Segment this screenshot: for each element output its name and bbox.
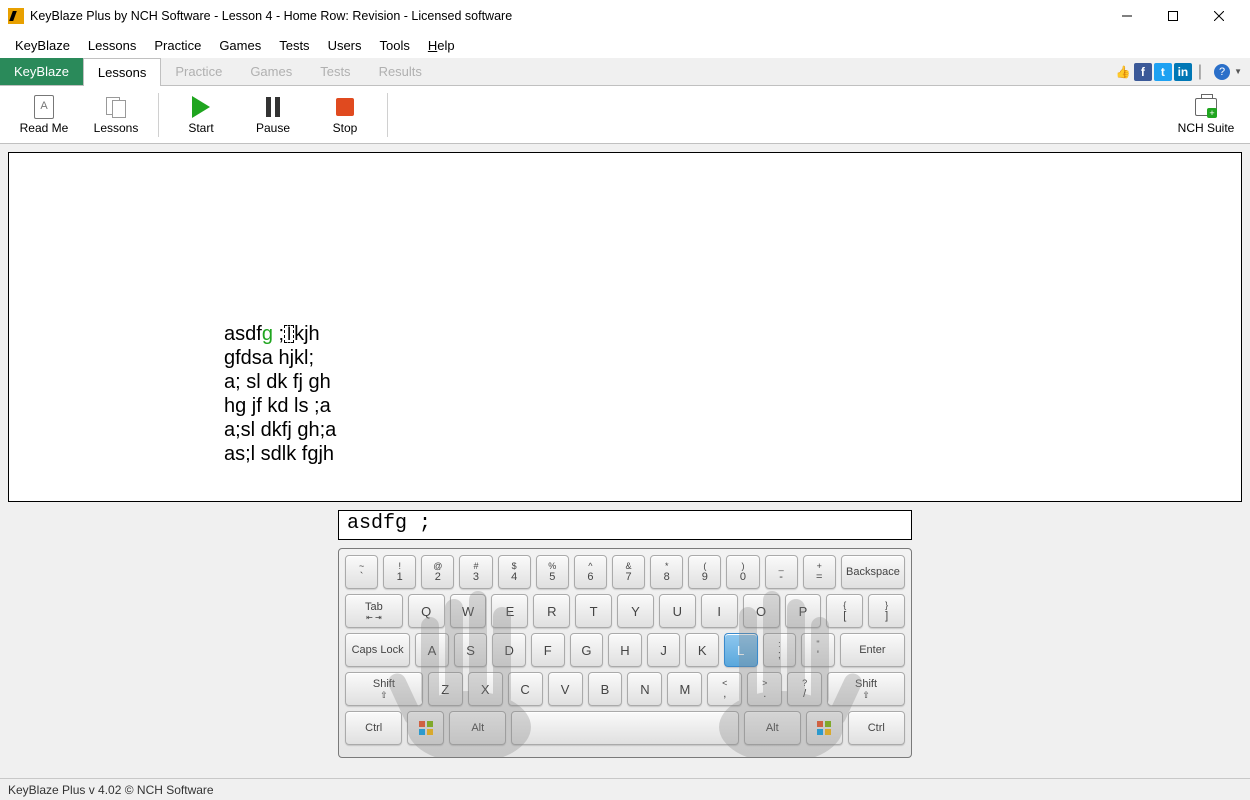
briefcase-icon	[1195, 98, 1217, 116]
start-button[interactable]: Start	[165, 88, 237, 142]
typed-correct: g	[262, 323, 273, 345]
lessons-label: Lessons	[94, 121, 139, 135]
menu-lessons[interactable]: Lessons	[79, 35, 145, 56]
content-area: asdfg ;lkjh gfdsa hjkl; a; sl dk fj gh h…	[0, 144, 1250, 778]
lesson-line-3: a; sl dk fj gh	[224, 371, 331, 393]
lessons-button[interactable]: Lessons	[80, 88, 152, 142]
menu-games[interactable]: Games	[210, 35, 270, 56]
lesson-line-4: hg jf kd ls ;a	[224, 395, 331, 417]
suite-label: NCH Suite	[1178, 121, 1235, 135]
window-title: KeyBlaze Plus by NCH Software - Lesson 4…	[30, 9, 512, 23]
tab-strip: KeyBlaze Lessons Practice Games Tests Re…	[0, 58, 1250, 86]
thumbs-up-icon[interactable]: 👍	[1114, 63, 1132, 81]
document-icon	[34, 95, 54, 119]
tab-tests[interactable]: Tests	[306, 58, 364, 85]
lesson-text: asdfg ;lkjh gfdsa hjkl; a; sl dk fj gh h…	[224, 323, 336, 467]
tab-primary-keyblaze[interactable]: KeyBlaze	[0, 58, 83, 85]
help-icon[interactable]: ?	[1214, 64, 1230, 80]
key-h: H	[608, 633, 642, 667]
documents-icon	[104, 95, 128, 119]
title-bar: KeyBlaze Plus by NCH Software - Lesson 4…	[0, 0, 1250, 32]
pause-label: Pause	[256, 121, 290, 135]
readme-button[interactable]: Read Me	[8, 88, 80, 142]
key-7: &7	[612, 555, 645, 589]
menu-tools[interactable]: Tools	[371, 35, 419, 56]
tab-games[interactable]: Games	[236, 58, 306, 85]
facebook-icon[interactable]: f	[1134, 63, 1152, 81]
cursor-position: l	[284, 325, 294, 343]
readme-label: Read Me	[20, 121, 69, 135]
typing-input[interactable]: asdfg ;	[338, 510, 912, 540]
menu-practice[interactable]: Practice	[145, 35, 210, 56]
lesson-line-6: as;l sdlk fgjh	[224, 443, 334, 465]
help-dropdown-caret[interactable]: ▼	[1234, 67, 1242, 76]
menu-help[interactable]: Help	[419, 35, 464, 56]
tab-lessons[interactable]: Lessons	[83, 58, 161, 86]
social-icons: 👍 f t in | ? ▼	[1114, 58, 1250, 85]
menu-bar: KeyBlaze Lessons Practice Games Tests Us…	[0, 32, 1250, 58]
left-hand-overlay	[359, 577, 579, 757]
status-text: KeyBlaze Plus v 4.02 © NCH Software	[8, 783, 214, 797]
toolbar-divider-2	[387, 93, 388, 137]
lesson-remaining-1: kjh	[294, 323, 320, 345]
nch-suite-button[interactable]: NCH Suite	[1170, 88, 1242, 142]
menu-users[interactable]: Users	[319, 35, 371, 56]
toolbar: Read Me Lessons Start Pause Stop NCH Sui…	[0, 86, 1250, 144]
key-y: Y	[617, 594, 654, 628]
lesson-line-2: gfdsa hjkl;	[224, 347, 314, 369]
status-bar: KeyBlaze Plus v 4.02 © NCH Software	[0, 778, 1250, 800]
tab-practice[interactable]: Practice	[161, 58, 236, 85]
pause-button[interactable]: Pause	[237, 88, 309, 142]
key-t: T	[575, 594, 612, 628]
stop-icon	[336, 98, 354, 116]
linkedin-icon[interactable]: in	[1174, 63, 1192, 81]
stop-label: Stop	[333, 121, 358, 135]
key-b: B	[588, 672, 623, 706]
lesson-line-5: a;sl dkfj gh;a	[224, 419, 336, 441]
lesson-gap: ;	[273, 323, 284, 345]
lesson-display-box: asdfg ;lkjh gfdsa hjkl; a; sl dk fj gh h…	[8, 152, 1242, 502]
tab-results[interactable]: Results	[365, 58, 436, 85]
menu-tests[interactable]: Tests	[270, 35, 318, 56]
play-icon	[192, 96, 210, 118]
maximize-button[interactable]	[1150, 0, 1196, 32]
stop-button[interactable]: Stop	[309, 88, 381, 142]
pause-icon	[266, 97, 280, 117]
twitter-icon[interactable]: t	[1154, 63, 1172, 81]
start-label: Start	[188, 121, 213, 135]
close-button[interactable]	[1196, 0, 1242, 32]
right-hand-overlay	[671, 577, 891, 757]
menu-keyblaze[interactable]: KeyBlaze	[6, 35, 79, 56]
key-n: N	[627, 672, 662, 706]
toolbar-divider	[158, 93, 159, 137]
app-icon	[8, 8, 24, 24]
virtual-keyboard: ~`!1@2#3$4%5^6&7*8(9)0_-+=Backspace Tab⇤…	[338, 548, 912, 758]
minimize-button[interactable]	[1104, 0, 1150, 32]
typed-text: asdf	[224, 323, 262, 345]
